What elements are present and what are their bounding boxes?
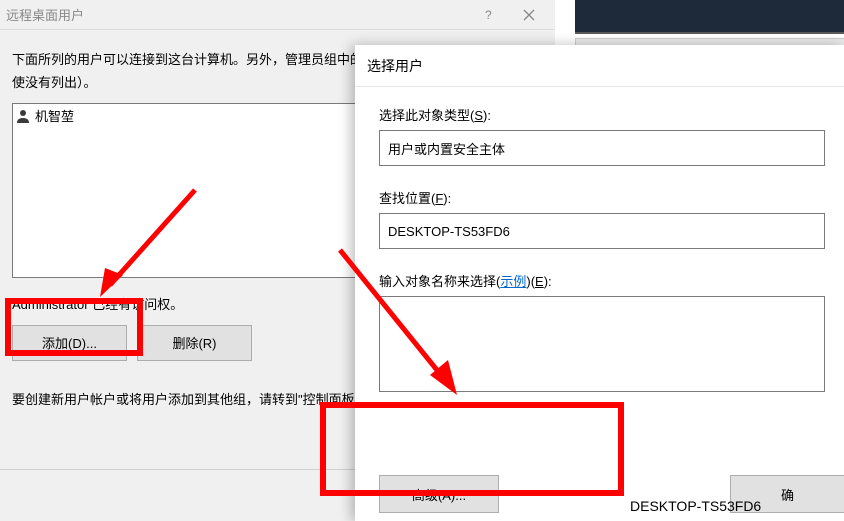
object-type-field: 用户或内置安全主体 [379,130,825,166]
help-button[interactable]: ? [469,1,509,29]
dialog-footer: 高级(A)... 确 [379,475,844,513]
close-button[interactable] [509,1,549,29]
user-name: 机智堃 [35,106,74,125]
dialog-titlebar: 远程桌面用户 ? [0,0,555,30]
remove-button[interactable]: 删除(R) [137,325,252,361]
dialog-title: 选择用户 [367,56,423,76]
object-name-label: 输入对象名称来选择(示例)(E): [379,271,552,290]
location-field: DESKTOP-TS53FD6 [379,213,825,249]
svg-text:?: ? [485,9,492,21]
advanced-button-label: 高级(A)... [412,485,466,504]
location-label: 查找位置(F): [379,188,451,207]
dialog-titlebar: 选择用户 [355,45,844,87]
object-type-value: 用户或内置安全主体 [388,139,505,158]
dialog-title: 远程桌面用户 [6,5,469,24]
advanced-button[interactable]: 高级(A)... [379,475,499,513]
object-name-input[interactable] [379,296,825,392]
object-type-label: 选择此对象类型(S): [379,105,491,124]
add-button-label: 添加(D)... [42,333,97,352]
user-icon [15,108,31,124]
add-button[interactable]: 添加(D)... [12,325,127,361]
example-link[interactable]: 示例 [500,274,526,289]
select-users-dialog: 选择用户 选择此对象类型(S): 用户或内置安全主体 查找位置(F): DESK… [355,45,844,521]
ok-button-label: 确 [781,485,794,504]
desktop-name-label: DESKTOP-TS53FD6 [630,498,761,514]
location-value: DESKTOP-TS53FD6 [388,224,510,239]
remove-button-label: 删除(R) [172,333,216,352]
background-app-header [575,0,844,34]
